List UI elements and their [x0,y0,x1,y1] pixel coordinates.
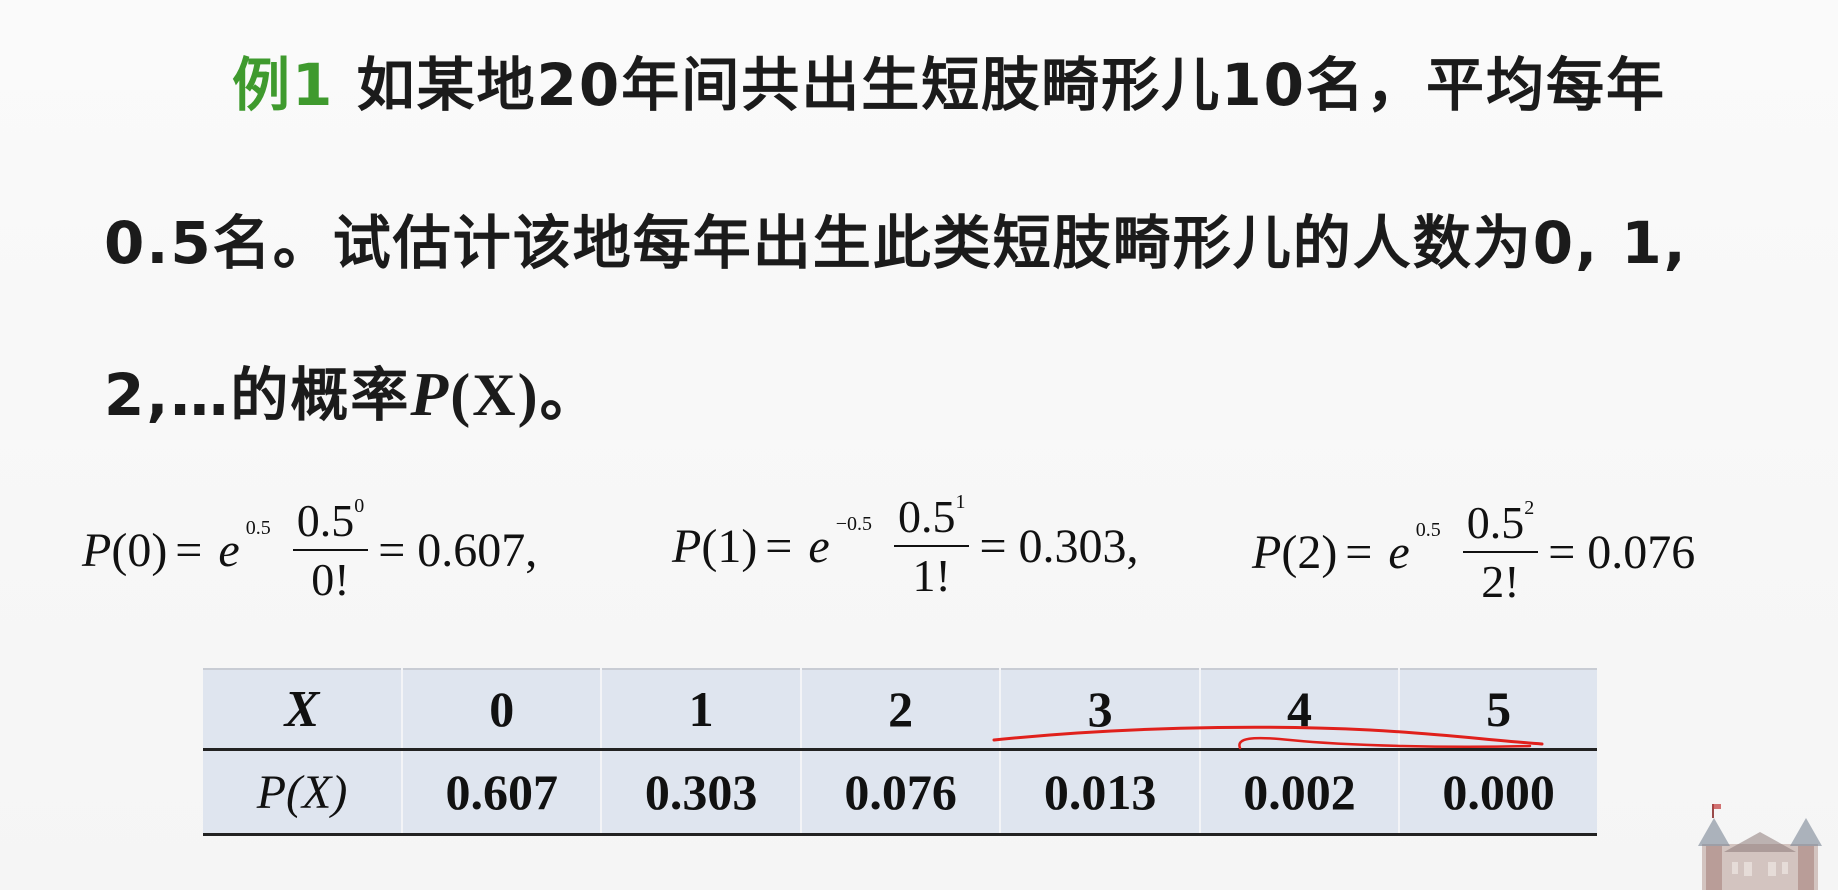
table-cell-p: 0.013 [999,749,1200,836]
table-cell-p: 0.076 [799,749,1001,836]
formula-fraction: 0.50 0! [292,494,369,606]
formula-base: e [1388,525,1410,579]
problem-text-3-suffix: 。 [539,361,600,429]
formula-arg: (0) [111,523,168,577]
table-cell-x: 1 [600,669,801,751]
probability-symbol: P [410,361,451,429]
formula-exponent: 0.5 [1415,518,1441,541]
formula-p-symbol: P [82,523,112,577]
table-row-p: P(X) 0.607 0.303 0.076 0.013 0.002 0.000 [203,749,1597,836]
table-cell-p: 0.002 [1198,749,1400,836]
formula-arg: (2) [1281,525,1338,579]
formula-fraction: 0.51 1! [893,490,970,602]
formula-base: e [808,519,830,573]
example-label: 例1 [232,51,335,119]
table-cell-x: 3 [999,669,1200,751]
numerator-power: 1 [955,490,966,513]
slide: 例1 如某地20年间共出生短肢畸形儿10名，平均每年 0.5名。试估计该地每年出… [0,0,1838,890]
probability-arg: (X) [450,362,540,428]
formula-exponent: −0.5 [835,512,872,535]
formula-arg: (1) [701,519,758,573]
fraction-numerator: 0.51 [893,490,970,547]
table-header-x: X [203,669,402,751]
problem-text-3-prefix: 2,…的概率 [104,361,411,429]
table-cell-p: 0.607 [400,749,602,836]
formula-exponent: 0.5 [245,516,271,539]
table-cell-x: 4 [1198,669,1400,751]
formula-p-symbol: P [1252,525,1282,579]
table-row-x: X 0 1 2 3 4 5 [203,669,1597,751]
numerator-power: 0 [354,494,365,517]
formula-p2: P (2) = e 0.5 0.52 2! = 0.076 [1252,496,1695,608]
table-cell-p: 0.000 [1398,749,1597,836]
table-cell-x: 2 [799,669,1001,751]
formula-result: = 0.303, [979,519,1139,573]
table-cell-x: 5 [1398,669,1597,751]
formula-result: = 0.076 [1548,525,1696,579]
table-cell-p: 0.303 [600,749,801,836]
fraction-numerator: 0.52 [1462,496,1539,553]
numerator-base: 0.5 [296,495,355,546]
formula-equals: = [765,519,793,573]
problem-line-2: 0.5名。试估计该地每年出生此类短肢畸形儿的人数为0, 1, [104,209,1688,277]
table-header-p: P(X) [203,749,402,836]
numerator-base: 0.5 [1466,497,1525,548]
building-logo-icon [1698,804,1822,890]
table-cell-x: 0 [400,669,602,751]
formula-equals: = [175,523,203,577]
probability-table: X 0 1 2 3 4 5 P(X) 0.607 0.303 0.076 0.0… [203,668,1597,836]
formula-p-symbol: P [672,519,702,573]
fraction-numerator: 0.50 [292,494,369,551]
formula-fraction: 0.52 2! [1462,496,1539,608]
numerator-power: 2 [1524,496,1535,519]
formula-result: = 0.607, [378,523,538,577]
fraction-denominator: 1! [912,550,951,601]
formula-p1: P (1) = e −0.5 0.51 1! = 0.303, [672,490,1139,602]
formula-equals: = [1345,525,1373,579]
fraction-denominator: 2! [1481,556,1520,607]
fraction-denominator: 0! [311,554,350,605]
problem-line-1: 例1 如某地20年间共出生短肢畸形儿10名，平均每年 [232,38,1666,122]
formula-p0: P (0) = e 0.5 0.50 0! = 0.607, [82,494,537,606]
problem-text-1: 如某地20年间共出生短肢畸形儿10名，平均每年 [334,51,1666,119]
problem-line-3: 2,…的概率P(X)。 [104,348,600,432]
numerator-base: 0.5 [897,491,956,542]
formula-base: e [218,523,240,577]
